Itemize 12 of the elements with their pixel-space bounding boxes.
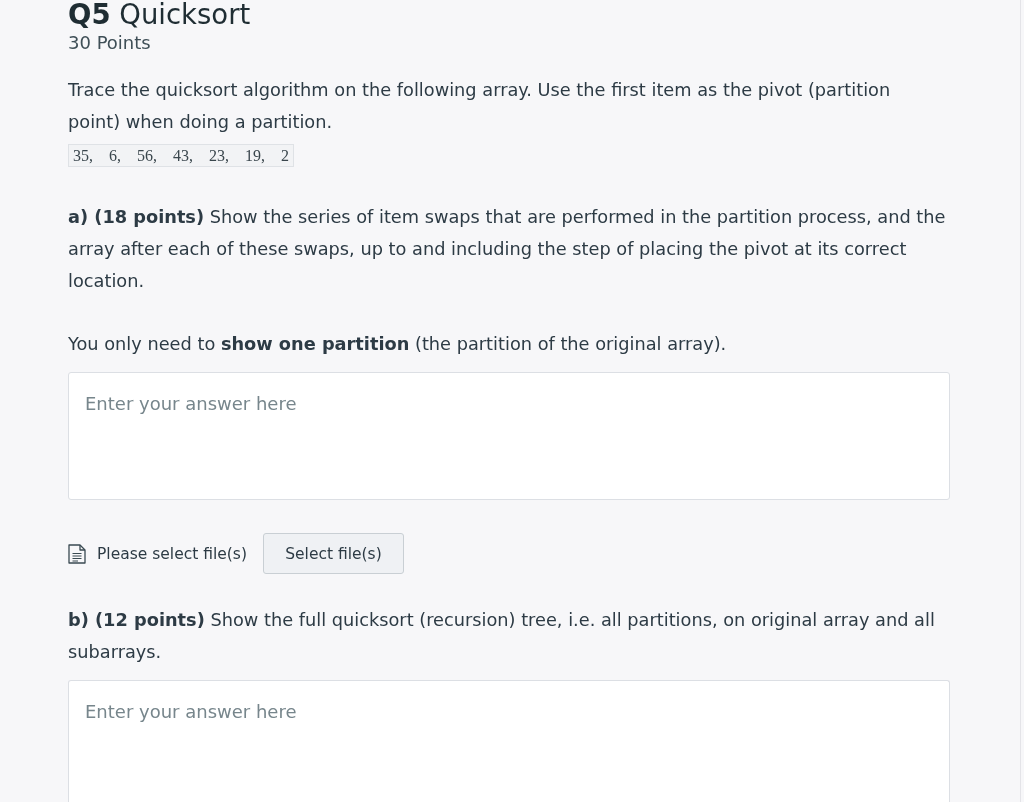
array-code: 35, 6, 56, 43, 23, 19, 2 <box>68 144 294 167</box>
part-instructions: b) (12 points) Show the full quicksort (recursion) tree, i.e. all partitions, on original array and all subarrays. <box>68 609 936 664</box>
part-note: You only need to show one partition (the partition of the original array). <box>68 333 728 356</box>
answer-field[interactable]: Enter your answer here <box>68 680 950 802</box>
answer-field[interactable]: Enter your answer here <box>68 372 950 500</box>
select-files-button[interactable]: Select file(s) <box>263 533 404 574</box>
points-label: 30 Points <box>68 31 151 55</box>
file-status-label: Please select file(s) <box>97 544 247 563</box>
question-title: Q5 Quicksort <box>68 0 251 29</box>
document-icon <box>68 543 86 564</box>
question-prompt: Trace the quicksort algorithm on the following array. Use the first item as the pivot (partition point) when doing a partition. <box>68 79 892 134</box>
part-instructions: a) (18 points) Show the series of item swaps that are performed in the partition process, and the array after each of these swaps, up to and including the step of placing the pivot at its correct location. <box>68 206 947 293</box>
